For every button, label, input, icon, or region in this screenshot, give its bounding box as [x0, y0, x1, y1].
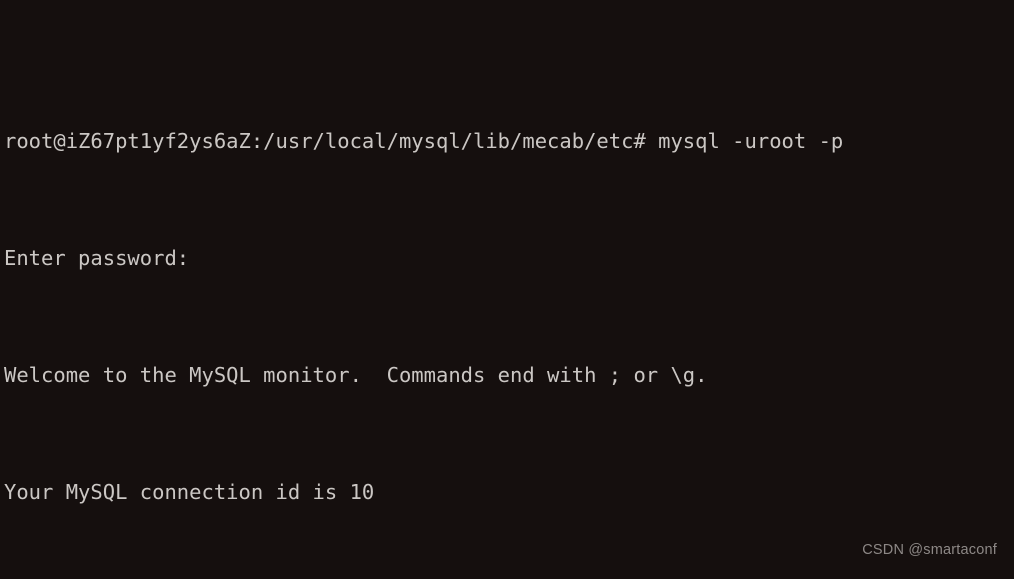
terminal-window[interactable]: root@iZ67pt1yf2ys6aZ:/usr/local/mysql/li… [0, 0, 1014, 579]
terminal-line-command: root@iZ67pt1yf2ys6aZ:/usr/local/mysql/li… [4, 129, 844, 153]
terminal-line-welcome: Welcome to the MySQL monitor. Commands e… [4, 363, 708, 387]
terminal-output: root@iZ67pt1yf2ys6aZ:/usr/local/mysql/li… [4, 5, 1014, 579]
csdn-watermark: CSDN @smartaconf [862, 542, 997, 558]
terminal-line-password: Enter password: [4, 246, 190, 270]
terminal-line-connection-id: Your MySQL connection id is 10 [4, 480, 375, 504]
